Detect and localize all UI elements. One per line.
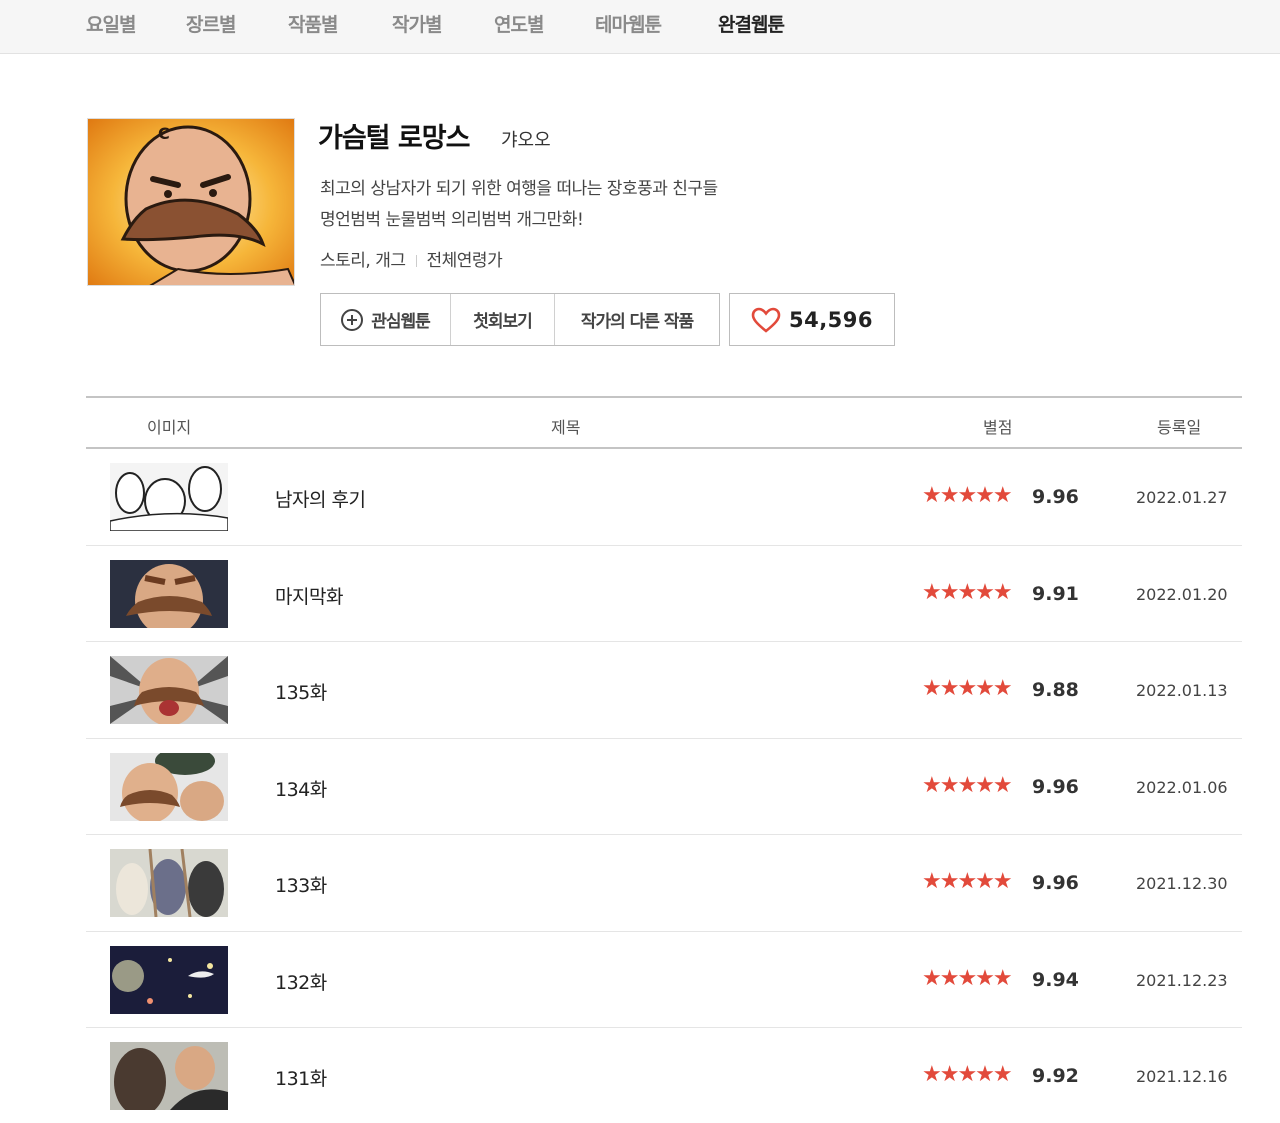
episode-row[interactable]: 남자의 후기 ★★★★★ 9.96 2022.01.27: [86, 449, 1242, 546]
plus-circle-icon: [341, 308, 364, 331]
like-button[interactable]: 54,596: [729, 293, 895, 346]
episode-title[interactable]: 135화: [275, 678, 327, 705]
episode-thumbnail[interactable]: [110, 463, 228, 531]
nav-tab-by-year[interactable]: 연도별: [494, 10, 544, 37]
nav-tab-by-author[interactable]: 작가별: [392, 10, 442, 37]
rating-score: 9.96: [1032, 486, 1079, 508]
episode-row[interactable]: 134화 ★★★★★ 9.96 2022.01.06: [86, 739, 1242, 835]
episode-date: 2022.01.13: [1136, 681, 1228, 700]
rating-score: 9.96: [1032, 775, 1079, 798]
header-date: 등록일: [1157, 418, 1202, 437]
rating-stars: ★★★★★: [922, 869, 1013, 894]
episode-thumbnail[interactable]: [110, 559, 228, 628]
genre-text: 스토리, 개그: [320, 251, 406, 271]
episode-title[interactable]: 남자의 후기: [275, 485, 366, 512]
rating-stars: ★★★★★: [922, 676, 1013, 701]
rating-score: 9.91: [1032, 582, 1079, 605]
episode-date: 2021.12.16: [1136, 1067, 1228, 1086]
episode-row[interactable]: 131화 ★★★★★ 9.92 2021.12.16: [86, 1028, 1242, 1123]
header-rating: 별점: [983, 418, 1013, 437]
like-count: 54,596: [788, 307, 874, 332]
favorite-button[interactable]: 관심웹툰: [321, 294, 451, 345]
episode-thumbnail[interactable]: [110, 656, 228, 724]
episode-thumbnail[interactable]: [110, 1042, 228, 1110]
heart-icon: [751, 307, 781, 333]
webtoon-title: 가슴털 로망스: [318, 123, 470, 154]
other-works-button-label: 작가의 다른 작품: [580, 312, 694, 332]
episode-row[interactable]: 135화 ★★★★★ 9.88 2022.01.13: [86, 642, 1242, 739]
description-line-2: 명언범벅 눈물범벅 의리범벅 개그만화!: [320, 210, 584, 230]
table-header: 이미지 제목 별점 등록일: [86, 396, 1242, 449]
episode-date: 2022.01.06: [1136, 777, 1228, 797]
episode-row[interactable]: 132화 ★★★★★ 9.94 2021.12.23: [86, 932, 1242, 1028]
first-episode-button-label: 첫회보기: [473, 312, 533, 332]
episode-title[interactable]: 133화: [275, 871, 327, 898]
header-title: 제목: [551, 418, 581, 437]
episode-row[interactable]: 마지막화 ★★★★★ 9.91 2022.01.20: [86, 546, 1242, 642]
nav-tab-by-genre[interactable]: 장르별: [186, 10, 236, 37]
description-line-1: 최고의 상남자가 되기 위한 여행을 떠나는 장호풍과 친구들: [320, 179, 718, 199]
episode-title[interactable]: 132화: [275, 968, 327, 995]
nav-tab-theme[interactable]: 테마웹툰: [595, 10, 662, 37]
episode-row[interactable]: 133화 ★★★★★ 9.96 2021.12.30: [86, 835, 1242, 932]
webtoon-thumbnail: C: [87, 118, 295, 286]
episode-title[interactable]: 134화: [275, 775, 327, 802]
nav-tab-by-day[interactable]: 요일별: [86, 10, 136, 37]
other-works-button[interactable]: 작가의 다른 작품: [555, 294, 719, 345]
age-rating-text: 전체연령가: [426, 251, 503, 271]
rating-stars: ★★★★★: [922, 772, 1013, 798]
webtoon-description: 최고의 상남자가 되기 위한 여행을 떠나는 장호풍과 친구들 명언범벅 눈물범…: [320, 174, 718, 236]
meta-divider: [415, 255, 417, 267]
nav-tab-by-title[interactable]: 작품별: [288, 10, 338, 37]
rating-stars: ★★★★★: [922, 965, 1013, 991]
svg-text:C: C: [158, 124, 170, 143]
episode-thumbnail[interactable]: [110, 752, 228, 821]
action-button-group: 관심웹툰 첫회보기 작가의 다른 작품: [320, 293, 720, 346]
rating-score: 9.96: [1032, 872, 1079, 894]
rating-stars: ★★★★★: [922, 1062, 1013, 1087]
favorite-button-label: 관심웹툰: [371, 312, 431, 332]
episode-title[interactable]: 131화: [275, 1064, 327, 1091]
rating-stars: ★★★★★: [922, 579, 1013, 605]
episode-date: 2021.12.30: [1136, 874, 1228, 893]
episode-thumbnail[interactable]: [110, 849, 228, 917]
rating-score: 9.88: [1032, 679, 1079, 701]
episode-title[interactable]: 마지막화: [275, 582, 343, 609]
episode-date: 2022.01.20: [1136, 584, 1228, 604]
nav-tab-completed[interactable]: 완결웹툰: [718, 10, 785, 37]
episode-date: 2022.01.27: [1136, 488, 1228, 507]
rating-score: 9.94: [1032, 968, 1079, 991]
header-image: 이미지: [147, 418, 192, 437]
episode-table: 이미지 제목 별점 등록일 남자의 후기 ★★★★★ 9.96 2022.01.…: [86, 396, 1242, 1123]
episode-date: 2021.12.23: [1136, 970, 1228, 990]
webtoon-meta: 스토리, 개그 전체연령가: [320, 246, 503, 271]
first-episode-button[interactable]: 첫회보기: [451, 294, 555, 345]
episode-thumbnail[interactable]: [110, 945, 228, 1014]
genre-nav-bar: 요일별 장르별 작품별 작가별 연도별 테마웹툰 완결웹툰: [0, 0, 1280, 54]
rating-score: 9.92: [1032, 1065, 1079, 1087]
webtoon-author[interactable]: 갸오오: [501, 126, 551, 152]
rating-stars: ★★★★★: [922, 483, 1013, 508]
